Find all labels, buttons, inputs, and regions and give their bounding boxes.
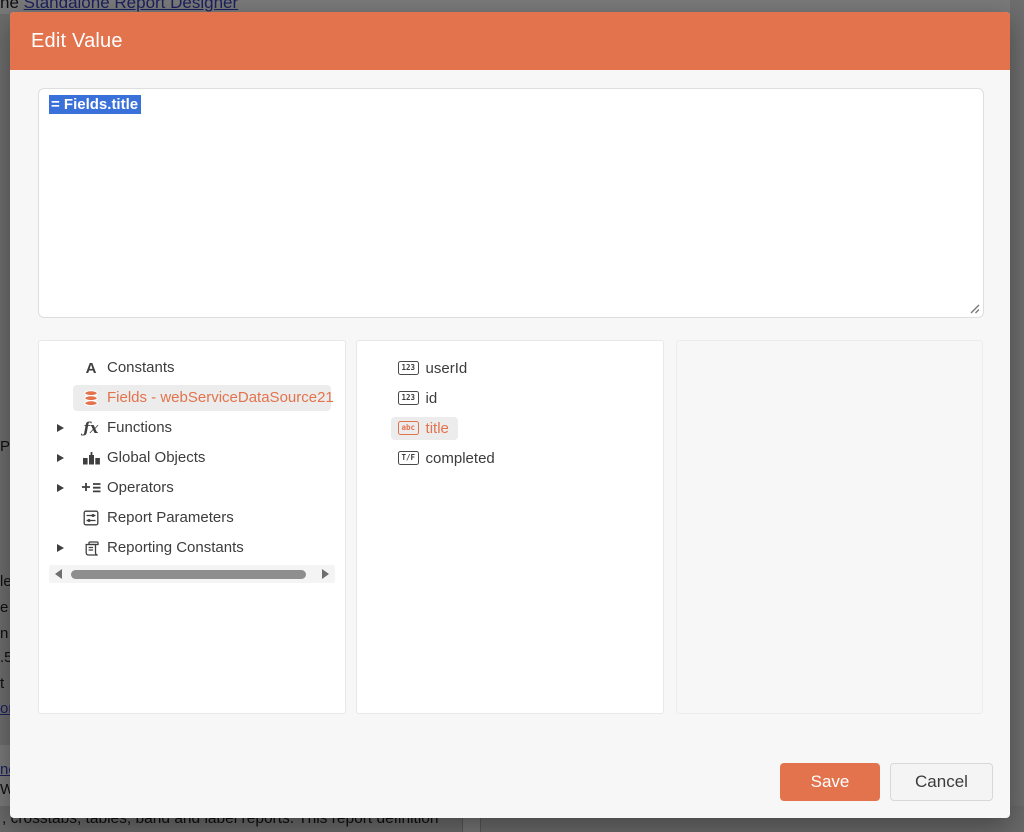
field-item-content: T/Fcompleted	[391, 447, 504, 470]
expression-selected-text: = Fields.title	[49, 95, 141, 114]
detail-panel	[676, 340, 983, 714]
scroll-right-icon[interactable]	[322, 569, 329, 579]
field-type-123-icon: 123	[398, 391, 419, 405]
parameters-icon	[79, 503, 103, 533]
horizontal-scrollbar[interactable]	[49, 565, 335, 583]
field-item-id[interactable]: 123id	[357, 383, 663, 413]
edit-value-dialog: Edit Value = Fields.title AConstantsFiel…	[10, 12, 1010, 818]
field-item-title[interactable]: abctitle	[357, 413, 663, 443]
field-item-userid[interactable]: 123userId	[357, 353, 663, 383]
field-list-panel: 123userId 123id abctitle T/Fcompleted	[356, 340, 664, 714]
tree-item-constants[interactable]: AConstants	[39, 353, 345, 383]
tree-item-operators[interactable]: Operators	[39, 473, 345, 503]
field-item-content: 123userId	[391, 357, 476, 380]
expand-arrow-icon[interactable]	[57, 544, 64, 552]
field-type-abc-icon: abc	[398, 421, 419, 435]
field-list: 123userId 123id abctitle T/Fcompleted	[357, 341, 663, 473]
screen: ne Standalone Report Designer Paleen.5to…	[0, 0, 1024, 832]
save-button[interactable]: Save	[780, 763, 880, 801]
dialog-title: Edit Value	[31, 30, 123, 53]
operators-icon	[79, 473, 103, 503]
category-tree-panel: AConstantsFields - webServiceDataSource2…	[38, 340, 346, 714]
tree-item-report-parameters[interactable]: Report Parameters	[39, 503, 345, 533]
tree-item-fields-webservicedatasource21[interactable]: Fields - webServiceDataSource21	[39, 383, 345, 413]
tree-item-reporting-constants[interactable]: Reporting Constants	[39, 533, 345, 563]
field-type-123-icon: 123	[398, 361, 419, 375]
expand-arrow-icon[interactable]	[57, 424, 64, 432]
expand-arrow-icon[interactable]	[57, 484, 64, 492]
dialog-header: Edit Value	[10, 12, 1010, 70]
expression-editor[interactable]: = Fields.title	[38, 88, 984, 318]
scrollbar-thumb[interactable]	[71, 570, 306, 579]
field-item-completed[interactable]: T/Fcompleted	[357, 443, 663, 473]
field-item-content: abctitle	[391, 417, 458, 440]
tree-item-global-objects[interactable]: Global Objects	[39, 443, 345, 473]
category-tree: AConstantsFields - webServiceDataSource2…	[39, 341, 345, 563]
expand-arrow-icon[interactable]	[57, 454, 64, 462]
scroll-left-icon[interactable]	[55, 569, 62, 579]
field-item-content: 123id	[391, 387, 446, 410]
sitemap-icon	[79, 443, 103, 473]
scroll-icon	[79, 533, 103, 563]
field-type-t-f-icon: T/F	[398, 451, 419, 465]
fx-icon: ƒx	[79, 413, 103, 443]
letter-a-icon: A	[79, 353, 103, 383]
database-icon	[79, 383, 103, 413]
cancel-button[interactable]: Cancel	[890, 763, 993, 801]
tree-item-functions[interactable]: ƒxFunctions	[39, 413, 345, 443]
resize-grip-icon[interactable]	[968, 302, 980, 314]
